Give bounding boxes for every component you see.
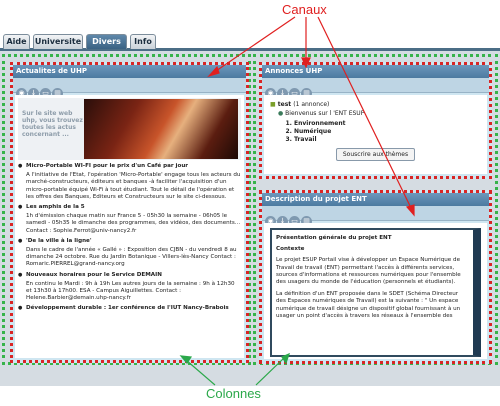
channel-body: Présentation générale du projet ENT Cont… [264, 223, 487, 359]
tab-universite[interactable]: Universite [33, 34, 83, 49]
channel-actualites: Actualites de UHP ◉ ↓ ▭ ▥ Sur le site web u… [10, 62, 249, 363]
channel-title: Annonces UHP [262, 65, 489, 78]
right-column: Annonces UHP ◉ ↓ ▭ ▥ ■ test (1 annonce) ● B… [253, 54, 498, 365]
left-column: Actualites de UHP ◉ ↓ ▭ ▥ Sur le site web u… [2, 54, 251, 365]
banner-text: Sur le site web uhp, vous trouvez toutes… [22, 110, 83, 138]
tab-info[interactable]: Info [130, 34, 156, 49]
announcement-theme-list: Environnement Numérique Travail [270, 120, 481, 144]
description-scroll-frame[interactable]: Présentation générale du projet ENT Cont… [270, 228, 481, 357]
news-title-link[interactable]: Développement durable : 1er conférence d… [18, 305, 241, 312]
description-paragraph: Le projet ESUP Portail vise à développer… [276, 257, 461, 286]
theme-item: Environnement [294, 120, 481, 128]
channel-toolbar: ◉ ↓ ▭ ▥ [13, 78, 246, 99]
announcement-count: (1 annonce) [293, 101, 330, 108]
channel-title: Actualites de UHP [13, 65, 246, 78]
columns-annotation-label: Colonnes [206, 386, 261, 401]
announcement-welcome-label: Bienvenus sur l 'ENT ESUP [285, 110, 365, 117]
tab-bar: Aide Universite Divers Info [0, 34, 500, 51]
news-item: Les amphis de la 5 1h d'émission chaque … [18, 204, 241, 235]
description-section-title: Contexte [276, 246, 305, 253]
announcement-root[interactable]: ■ test (1 annonce) [270, 101, 481, 108]
news-body: 1h d'émission chaque matin sur France 5 … [26, 213, 241, 234]
theme-item: Travail [294, 136, 481, 144]
description-paragraph: La définition d'un ENT proposée dans le … [276, 291, 461, 319]
screenshot-root: Canaux Aide Universite Divers Info Actua… [0, 0, 500, 406]
channel-toolbar: ◉ ↓ ▭ ▥ [262, 78, 489, 99]
announcement-welcome[interactable]: ● Bienvenus sur l 'ENT ESUP [270, 110, 481, 117]
theme-item: Numérique [294, 128, 481, 136]
news-body: Dans le cadre de l'année « Gallé » : Exp… [26, 247, 237, 268]
news-title-link[interactable]: Micro-Portable WI-FI pour le prix d'un C… [18, 163, 241, 170]
description-heading: Présentation générale du projet ENT [276, 235, 392, 241]
banner-photo [84, 99, 238, 159]
subscribe-themes-button[interactable]: Souscrire aux thèmes [335, 148, 416, 161]
channel-body: Sur le site web uhp, vous trouvez toutes… [15, 95, 244, 358]
news-item: Micro-Portable WI-FI pour le prix d'un C… [18, 163, 241, 201]
channel-title: Description du projet ENT [262, 193, 489, 206]
news-title-link[interactable]: Les amphis de la 5 [18, 204, 241, 211]
bullet-icon: ● [278, 110, 284, 117]
news-body: En continu le Mardi : 9h à 19h Les autre… [26, 280, 235, 302]
news-title-link[interactable]: 'De la ville à la ligne' [18, 238, 241, 245]
folder-icon: ■ [270, 101, 276, 108]
news-body: A l'initiative de l'Etat, l'opération 'M… [26, 172, 241, 200]
uhp-banner[interactable]: Sur le site web uhp, vous trouvez toutes… [18, 98, 241, 160]
tab-divers[interactable]: Divers [86, 34, 127, 49]
channel-description: Description du projet ENT ◉ ↓ ▭ ▥ Présentat… [259, 190, 492, 364]
news-item: 'De la ville à la ligne' Dans le cadre d… [18, 238, 241, 269]
portal-main-area: Actualites de UHP ◉ ↓ ▭ ▥ Sur le site web u… [0, 51, 500, 386]
news-title-link[interactable]: Nouveaux horaires pour le Service DEMAIN [18, 272, 241, 279]
channel-body: ■ test (1 annonce) ● Bienvenus sur l 'EN… [264, 95, 487, 174]
news-item: Nouveaux horaires pour le Service DEMAIN… [18, 272, 241, 303]
channel-annonces: Annonces UHP ◉ ↓ ▭ ▥ ■ test (1 annonce) ● B… [259, 62, 492, 179]
channel-toolbar: ◉ ↓ ▭ ▥ [262, 206, 489, 227]
announcement-root-label: test [277, 101, 292, 108]
channels-annotation-label: Canaux [282, 2, 327, 17]
tab-aide[interactable]: Aide [3, 34, 30, 49]
news-item: Développement durable : 1er conférence d… [18, 305, 241, 312]
